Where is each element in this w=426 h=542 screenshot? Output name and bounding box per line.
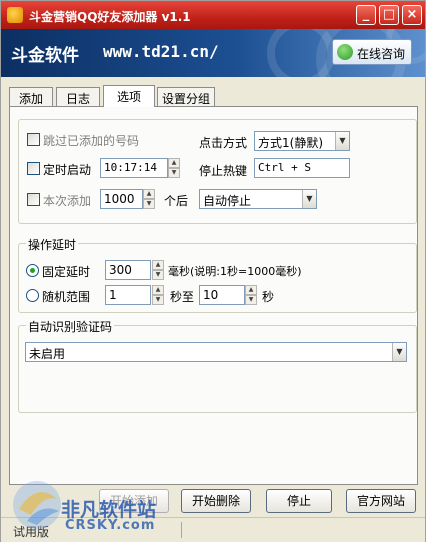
spin-up-icon[interactable]: ▲ (152, 285, 164, 295)
status-bar: 试用版 (1, 517, 425, 542)
timed-start-spinner[interactable]: ▲ ▼ (168, 158, 180, 178)
globe-icon (337, 44, 353, 60)
spin-up-icon[interactable]: ▲ (152, 260, 164, 270)
add-count-label: 本次添加 (43, 194, 92, 208)
app-icon (7, 7, 23, 23)
skip-added-label: 跳过已添加的号码 (43, 134, 140, 148)
start-delete-button[interactable]: 开始删除 (181, 489, 251, 513)
chevron-down-icon[interactable]: ▼ (392, 343, 406, 361)
maximize-button[interactable]: □ (379, 5, 399, 25)
spin-down-icon[interactable]: ▼ (143, 199, 155, 209)
click-mode-select[interactable]: 方式1(静默) ▼ (254, 131, 350, 151)
online-consult-label: 在线咨询 (357, 47, 406, 61)
add-count-spinner[interactable]: ▲ ▼ (143, 189, 155, 209)
window-title: 斗金营销QQ好友添加器 v1.1 (29, 10, 191, 24)
spin-up-icon[interactable]: ▲ (143, 189, 155, 199)
add-count-checkbox[interactable] (27, 193, 40, 206)
after-action-select[interactable]: 自动停止 ▼ (199, 189, 317, 209)
random-to-input[interactable]: 10 (199, 285, 245, 305)
status-separator (181, 522, 182, 538)
spin-down-icon[interactable]: ▼ (245, 295, 257, 305)
random-to-spinner[interactable]: ▲ ▼ (245, 285, 257, 305)
tab-options[interactable]: 选项 (103, 85, 155, 107)
delay-group-title: 操作延时 (26, 236, 79, 253)
stop-hotkey-input[interactable]: Ctrl + S (254, 158, 350, 178)
start-add-button[interactable]: 开始添加 (99, 489, 169, 513)
captcha-select[interactable]: 未启用 ▼ (25, 342, 407, 362)
website-url: www.td21.cn/ (103, 42, 219, 61)
tab-log[interactable]: 日志 (56, 87, 100, 106)
stop-button[interactable]: 停止 (266, 489, 332, 513)
main-window: 斗金营销QQ好友添加器 v1.1 _ □ × 斗金软件 www.td21.cn/… (0, 0, 426, 542)
online-consult-button[interactable]: 在线咨询 (332, 39, 412, 65)
timed-start-checkbox[interactable] (27, 162, 40, 175)
spin-up-icon[interactable]: ▲ (168, 158, 180, 168)
random-unit-label: 秒 (262, 290, 275, 304)
official-site-button[interactable]: 官方网站 (346, 489, 416, 513)
stop-hotkey-label: 停止热键 (199, 164, 248, 178)
status-text: 试用版 (13, 525, 50, 539)
title-bar[interactable]: 斗金营销QQ好友添加器 v1.1 _ □ × (1, 1, 425, 29)
tab-group-settings[interactable]: 设置分组 (157, 87, 215, 106)
tab-add[interactable]: 添加 (9, 87, 53, 106)
options-panel: 跳过已添加的号码 定时启动 10:17:14 ▲ ▼ 本次添加 1000 ▲ ▼… (9, 106, 418, 485)
minimize-button[interactable]: _ (356, 5, 376, 25)
click-mode-label: 点击方式 (199, 136, 248, 150)
random-mid-label: 秒至 (170, 290, 195, 304)
spin-down-icon[interactable]: ▼ (152, 295, 164, 305)
spin-down-icon[interactable]: ▼ (168, 168, 180, 178)
chevron-down-icon[interactable]: ▼ (335, 132, 349, 150)
fixed-delay-unit: 毫秒(说明:1秒=1000毫秒) (168, 265, 302, 278)
header-banner: 斗金软件 www.td21.cn/ 在线咨询 (1, 29, 425, 77)
add-count-unit: 个后 (164, 194, 189, 208)
random-delay-label: 随机范围 (42, 290, 91, 304)
after-action-value: 自动停止 (203, 194, 252, 208)
fixed-delay-radio[interactable] (26, 264, 39, 277)
timed-start-time-input[interactable]: 10:17:14 (100, 158, 168, 178)
fixed-delay-label: 固定延时 (42, 265, 91, 279)
chevron-down-icon[interactable]: ▼ (302, 190, 316, 208)
captcha-group-title: 自动识别验证码 (26, 318, 115, 335)
timed-start-label: 定时启动 (43, 163, 92, 177)
delay-group: 操作延时 固定延时 300 ▲ ▼ 毫秒(说明:1秒=1000毫秒) 随机范围 … (18, 236, 417, 313)
click-mode-value: 方式1(静默) (258, 136, 323, 150)
spin-down-icon[interactable]: ▼ (152, 270, 164, 280)
skip-added-checkbox[interactable] (27, 133, 40, 146)
spin-up-icon[interactable]: ▲ (245, 285, 257, 295)
captcha-value: 未启用 (29, 347, 66, 361)
close-button[interactable]: × (402, 5, 422, 25)
brand-name: 斗金软件 (11, 46, 79, 66)
fixed-delay-spinner[interactable]: ▲ ▼ (152, 260, 164, 280)
add-count-input[interactable]: 1000 (100, 189, 143, 209)
random-delay-radio[interactable] (26, 289, 39, 302)
captcha-group: 自动识别验证码 未启用 ▼ (18, 318, 417, 413)
random-from-spinner[interactable]: ▲ ▼ (152, 285, 164, 305)
general-options-group: 跳过已添加的号码 定时启动 10:17:14 ▲ ▼ 本次添加 1000 ▲ ▼… (18, 119, 417, 224)
random-from-input[interactable]: 1 (105, 285, 151, 305)
fixed-delay-input[interactable]: 300 (105, 260, 151, 280)
